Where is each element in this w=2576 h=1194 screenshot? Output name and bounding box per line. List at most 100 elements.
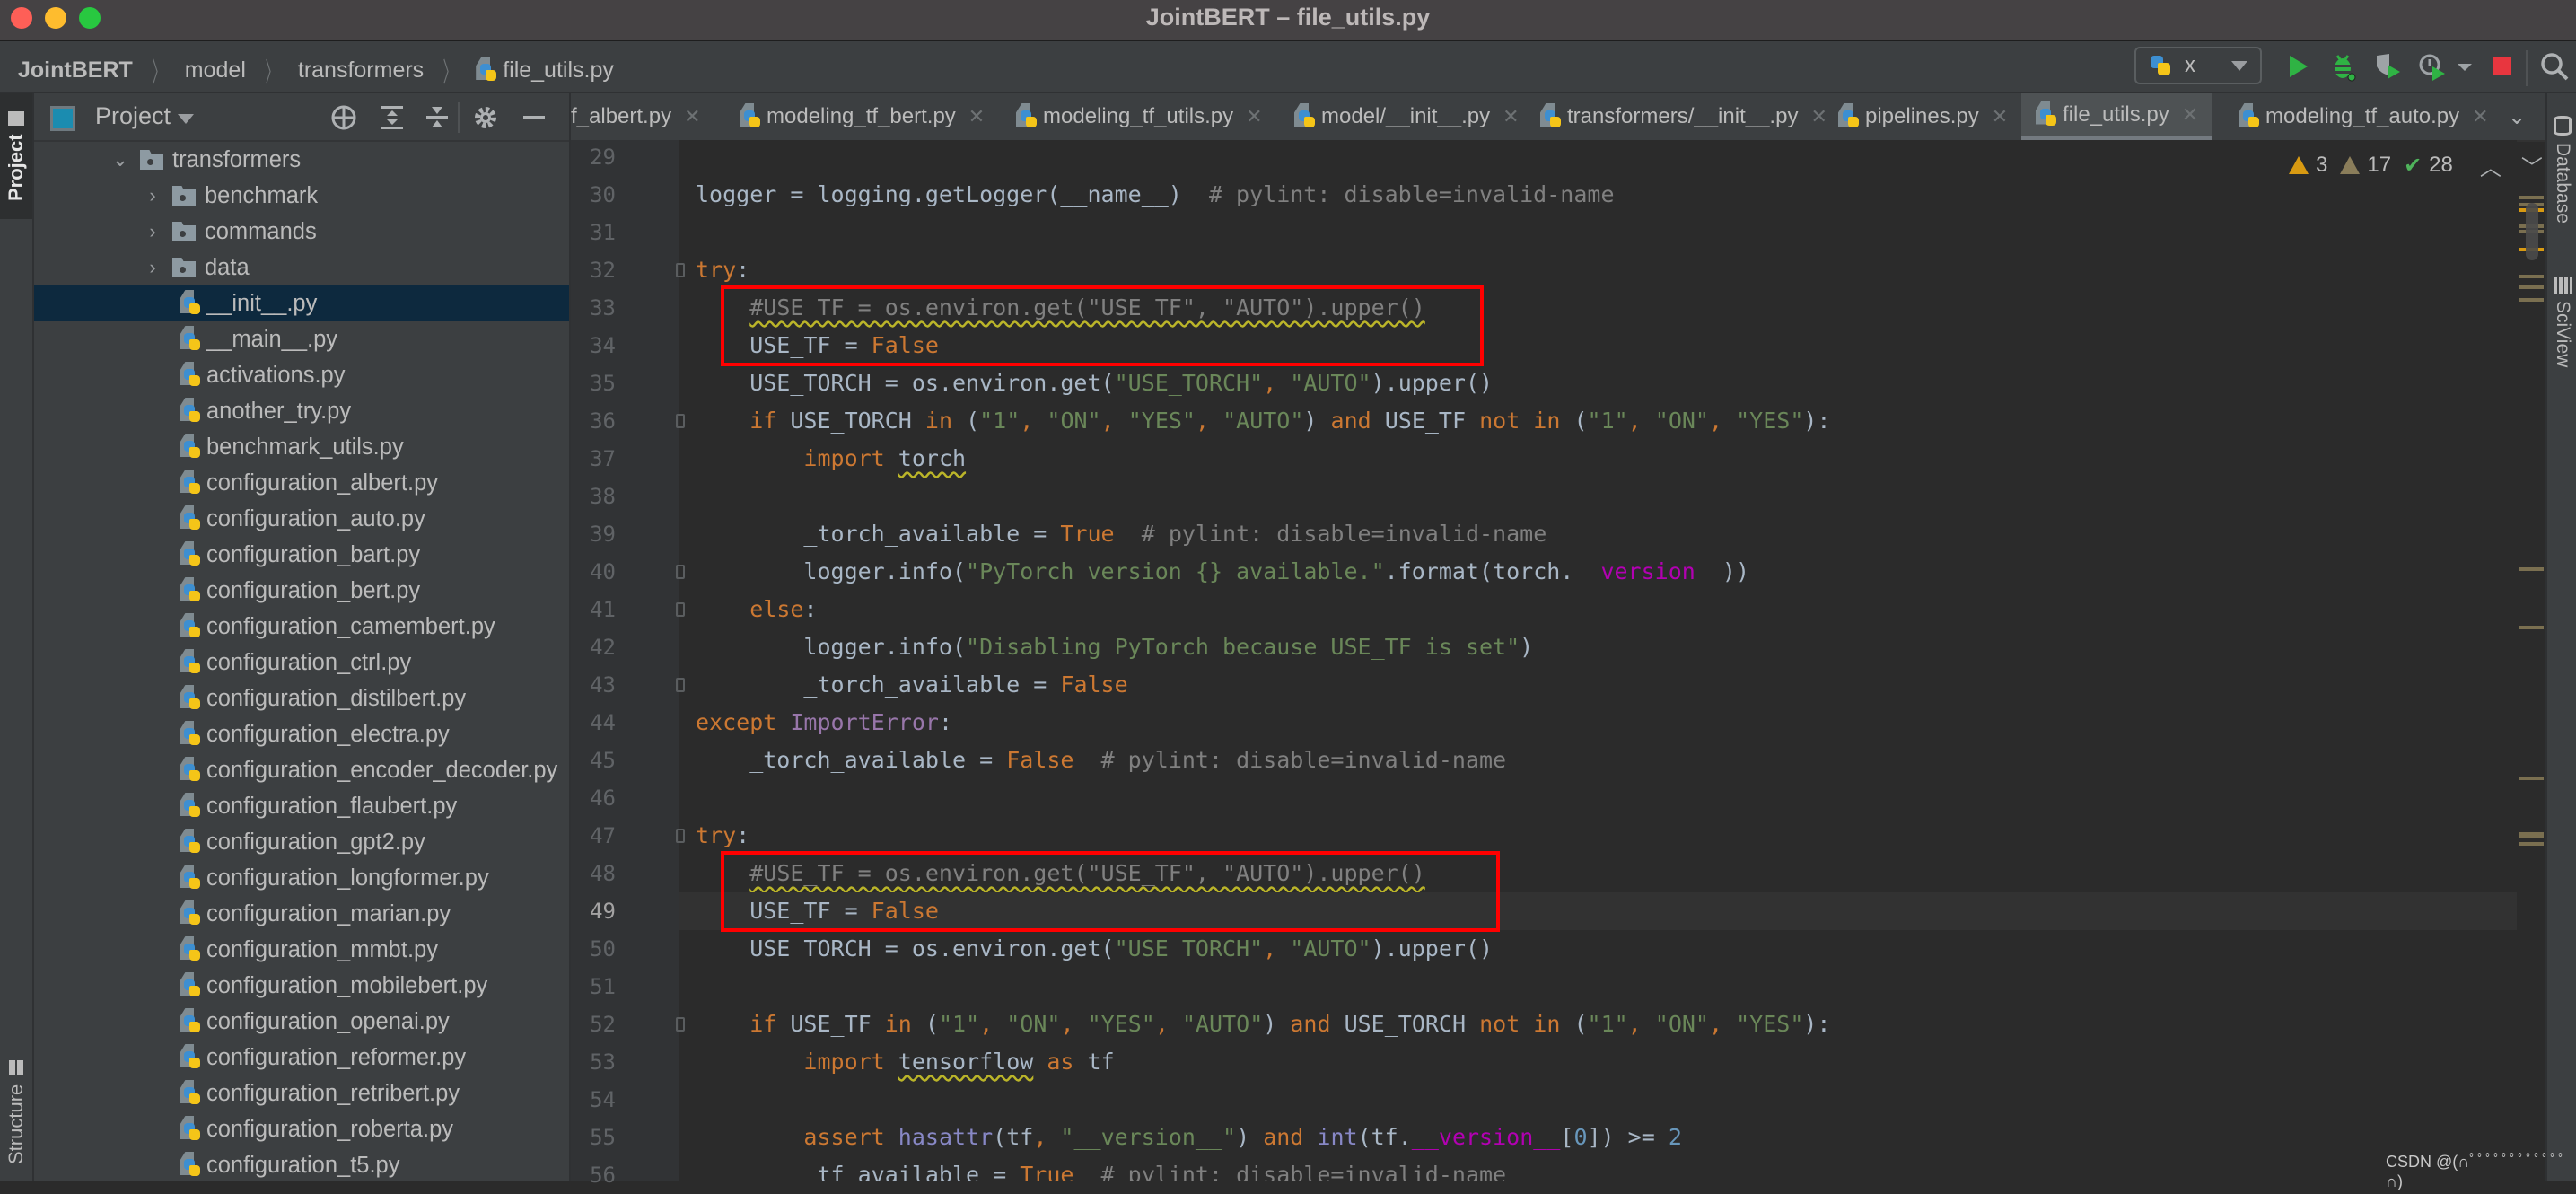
code-line[interactable]: import torch bbox=[679, 440, 2517, 478]
code-line[interactable]: if USE_TORCH in ("1", "ON", "YES", "AUTO… bbox=[679, 402, 2517, 440]
code-line[interactable]: _torch_available = False # pylint: disab… bbox=[679, 742, 2517, 779]
tree-file[interactable]: configuration_retribert.py bbox=[34, 1075, 569, 1111]
gear-icon[interactable] bbox=[470, 102, 501, 133]
tree-file[interactable]: configuration_mobilebert.py bbox=[34, 968, 569, 1004]
error-stripe-mark[interactable] bbox=[2519, 275, 2544, 278]
code-line[interactable]: import tensorflow as tf bbox=[679, 1043, 2517, 1081]
fold-marker-icon[interactable] bbox=[676, 602, 685, 617]
code-line[interactable]: USE_TORCH = os.environ.get("USE_TORCH", … bbox=[679, 364, 2517, 402]
collapse-all-icon[interactable] bbox=[422, 102, 452, 133]
code-line[interactable]: assert hasattr(tf, "__version__") and in… bbox=[679, 1119, 2517, 1156]
code-line[interactable]: try: bbox=[679, 251, 2517, 289]
fold-marker-icon[interactable] bbox=[676, 678, 685, 692]
code-line[interactable]: _torch_available = False bbox=[679, 666, 2517, 704]
coverage-icon[interactable] bbox=[2371, 50, 2404, 83]
next-highlight-icon[interactable]: ﹀ bbox=[2521, 150, 2543, 181]
profile-icon[interactable] bbox=[2416, 50, 2449, 83]
fold-marker-icon[interactable] bbox=[676, 1017, 685, 1032]
breadcrumb-project[interactable]: JointBERT bbox=[18, 57, 133, 83]
run-icon[interactable] bbox=[2282, 50, 2314, 83]
code-line[interactable]: if USE_TF in ("1", "ON", "YES", "AUTO") … bbox=[679, 1005, 2517, 1043]
close-tab-icon[interactable]: ✕ bbox=[2182, 103, 2198, 127]
code-line[interactable] bbox=[679, 478, 2517, 515]
editor-tab[interactable]: modeling_tf_bert.py ✕ bbox=[725, 93, 999, 140]
tabs-overflow-chevron-icon[interactable]: ⌄ bbox=[2508, 93, 2526, 140]
tree-file[interactable]: configuration_distilbert.py bbox=[34, 680, 569, 716]
error-stripe-mark[interactable] bbox=[2519, 842, 2544, 846]
close-tab-icon[interactable]: ✕ bbox=[1503, 105, 1519, 128]
close-tab-icon[interactable]: ✕ bbox=[1246, 105, 1262, 128]
hide-icon[interactable] bbox=[519, 102, 549, 133]
tree-file[interactable]: configuration_encoder_decoder.py bbox=[34, 752, 569, 788]
tree-file[interactable]: configuration_mmbt.py bbox=[34, 932, 569, 968]
tree-folder[interactable]: ⌄ transformers bbox=[34, 142, 569, 178]
code-line[interactable] bbox=[679, 968, 2517, 1005]
error-stripe-mark[interactable] bbox=[2519, 832, 2544, 838]
tree-file[interactable]: configuration_openai.py bbox=[34, 1004, 569, 1040]
project-tool-tab[interactable]: Project bbox=[0, 93, 32, 219]
tree-file[interactable]: configuration_marian.py bbox=[34, 896, 569, 932]
expand-all-icon[interactable] bbox=[377, 102, 407, 133]
code-line[interactable] bbox=[679, 214, 2517, 251]
editor-tab[interactable]: modeling_tf_auto.py ✕ bbox=[2224, 93, 2503, 140]
run-configuration-dropdown[interactable]: x bbox=[2134, 47, 2262, 84]
code-line[interactable]: _tf_available = True # pylint: disable=i… bbox=[679, 1156, 2517, 1181]
chevron-right-icon[interactable]: › bbox=[144, 256, 162, 279]
tree-file[interactable]: configuration_longformer.py bbox=[34, 860, 569, 896]
code-line[interactable] bbox=[679, 779, 2517, 817]
editor-scrollbar-thumb[interactable] bbox=[2526, 203, 2538, 260]
tree-file[interactable]: configuration_reformer.py bbox=[34, 1040, 569, 1075]
tree-file[interactable]: activations.py bbox=[34, 357, 569, 393]
tree-file[interactable]: benchmark_utils.py bbox=[34, 429, 569, 465]
tree-file[interactable]: configuration_camembert.py bbox=[34, 609, 569, 645]
error-stripe-mark[interactable] bbox=[2519, 285, 2544, 289]
tree-file[interactable]: configuration_flaubert.py bbox=[34, 788, 569, 824]
tree-folder[interactable]: › benchmark bbox=[34, 178, 569, 214]
tree-file[interactable]: configuration_ctrl.py bbox=[34, 645, 569, 680]
sciview-tool-tab[interactable]: SciView bbox=[2547, 264, 2576, 381]
previous-highlight-icon[interactable]: ︿ bbox=[2480, 150, 2502, 181]
tree-file[interactable]: configuration_gpt2.py bbox=[34, 824, 569, 860]
tree-file[interactable]: configuration_albert.py bbox=[34, 465, 569, 501]
editor-tab[interactable]: file_utils.py ✕ bbox=[2021, 93, 2213, 140]
tree-file[interactable]: configuration_t5.py bbox=[34, 1147, 569, 1183]
code-line[interactable] bbox=[679, 140, 2517, 176]
code-line[interactable]: logger.info("Disabling PyTorch because U… bbox=[679, 628, 2517, 666]
tree-file[interactable]: configuration_auto.py bbox=[34, 501, 569, 537]
fold-marker-icon[interactable] bbox=[676, 829, 685, 843]
chevron-down-icon[interactable] bbox=[178, 114, 194, 124]
error-stripe-mark[interactable] bbox=[2519, 777, 2544, 780]
editor-tab[interactable]: modeling_tf_utils.py ✕ bbox=[1002, 93, 1277, 140]
tree-folder[interactable]: › data bbox=[34, 250, 569, 285]
error-stripe-mark[interactable] bbox=[2519, 298, 2544, 302]
tree-file[interactable]: configuration_bart.py bbox=[34, 537, 569, 573]
fold-marker-icon[interactable] bbox=[676, 263, 685, 277]
error-stripe-mark[interactable] bbox=[2519, 567, 2544, 571]
error-stripe-mark[interactable] bbox=[2519, 626, 2544, 629]
debug-icon[interactable] bbox=[2326, 50, 2359, 83]
error-stripe-mark[interactable] bbox=[2519, 196, 2544, 199]
editor-tab[interactable]: f_albert.py ✕ bbox=[571, 93, 715, 140]
structure-tool-tab[interactable]: Structure bbox=[0, 1045, 32, 1180]
code-line[interactable]: _torch_available = True # pylint: disabl… bbox=[679, 515, 2517, 553]
code-editor[interactable]: logger = logging.getLogger(__name__) # p… bbox=[679, 140, 2517, 1181]
code-line[interactable] bbox=[679, 1081, 2517, 1119]
code-line[interactable]: logger.info("PyTorch version {} availabl… bbox=[679, 553, 2517, 591]
tree-file[interactable]: another_try.py bbox=[34, 393, 569, 429]
close-tab-icon[interactable]: ✕ bbox=[684, 105, 700, 128]
chevron-right-icon[interactable]: › bbox=[144, 184, 162, 207]
code-line[interactable]: else: bbox=[679, 591, 2517, 628]
tree-file[interactable]: configuration_bert.py bbox=[34, 573, 569, 609]
breadcrumb-transformers[interactable]: transformers bbox=[298, 57, 424, 83]
breadcrumb-model[interactable]: model bbox=[185, 57, 246, 83]
inspections-widget[interactable]: 3 17 ✔ 28 ︿ ﹀ bbox=[2289, 149, 2543, 181]
tree-file[interactable]: __main__.py bbox=[34, 321, 569, 357]
tree-file[interactable]: __init__.py bbox=[34, 285, 569, 321]
more-dropdown-icon[interactable] bbox=[2454, 50, 2475, 83]
editor-tab[interactable]: model/__init__.py ✕ bbox=[1280, 93, 1534, 140]
code-line[interactable]: except ImportError: bbox=[679, 704, 2517, 742]
tree-file[interactable]: configuration_electra.py bbox=[34, 716, 569, 752]
editor-tab[interactable]: transformers/__init__.py ✕ bbox=[1526, 93, 1842, 140]
close-tab-icon[interactable]: ✕ bbox=[2472, 105, 2488, 128]
editor-tab[interactable]: pipelines.py ✕ bbox=[1824, 93, 2022, 140]
